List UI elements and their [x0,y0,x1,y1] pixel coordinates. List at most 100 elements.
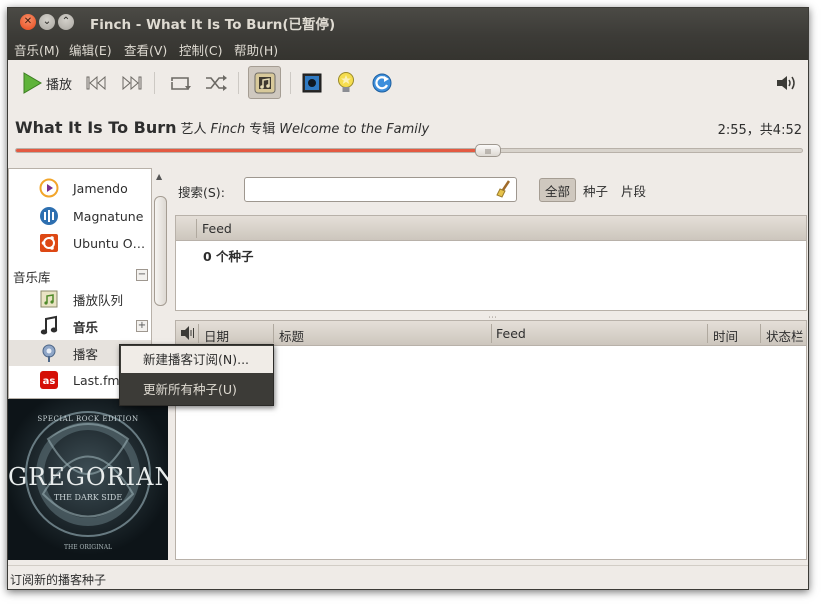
sidebar-item-play-queue[interactable]: 播放队列 [9,286,151,312]
sidebar-item-jamendo[interactable]: Jamendo [9,175,151,201]
queue-toggle-button[interactable] [248,66,281,99]
play-queue-icon [39,289,59,309]
podcast-icon [39,343,59,363]
status-bar: 订阅新的播客种子 [8,565,808,589]
column-divider [273,324,274,343]
title-column-header[interactable]: 标题 [279,326,304,345]
filter-feeds-button[interactable]: 种子 [578,178,613,202]
column-divider [196,219,197,238]
menu-music[interactable]: 音乐(M) [14,40,60,59]
scroll-up-arrow-icon[interactable]: ▲ [156,172,162,181]
feed-list: Feed 0 个种子 [175,215,807,311]
search-input[interactable] [244,177,517,202]
jamendo-icon [39,178,59,198]
play-button[interactable]: 播放 [18,69,76,97]
library-collapse-toggle[interactable]: − [136,269,148,281]
main-window: ✕ ⌄ ⌃ Finch - What It Is To Burn(已暂停) 音乐… [7,7,809,590]
previous-icon [86,76,106,90]
toolbar-separator [154,72,155,94]
feed-column-header[interactable]: Feed [496,326,526,341]
sidebar-item-magnatune[interactable]: Magnatune [9,203,151,229]
magnatune-icon [39,206,59,226]
feed-list-header: Feed [176,216,806,241]
update-all-feeds-menu-item[interactable]: 更新所有种子(U) [121,376,273,403]
seek-bar-fill [16,149,488,152]
seek-bar[interactable] [15,144,803,157]
toolbar-separator [290,72,291,94]
album-prefix: 专辑 [249,122,276,137]
menu-help[interactable]: 帮助(H) [234,40,278,59]
next-button[interactable] [119,69,145,97]
menu-view[interactable]: 查看(V) [124,40,167,59]
ubuntu-one-icon [39,233,59,253]
sidebar-item-label: 播放队列 [73,292,124,308]
plugins-button[interactable] [334,69,358,97]
repeat-icon [171,77,191,90]
filter-episodes-button[interactable]: 片段 [616,178,651,202]
artist-prefix: 艺人 [180,122,207,137]
search-label: 搜索(S): [178,185,225,200]
music-library-icon [254,72,275,93]
column-divider [760,324,761,343]
minimize-window-button[interactable]: ⌄ [39,14,55,30]
maximize-window-button[interactable]: ⌃ [58,14,74,30]
play-icon [23,72,42,94]
music-expand-toggle[interactable]: + [136,320,148,332]
album-edition-text: SPECIAL ROCK EDITION [37,415,139,423]
sidebar-item-label: Magnatune [73,208,144,224]
title-bar: ✕ ⌄ ⌃ Finch - What It Is To Burn(已暂停) [8,8,808,36]
shuffle-icon [206,75,227,91]
album-name: Welcome to the Family [279,122,430,137]
time-column-header[interactable]: 时间 [713,326,738,345]
repeat-button[interactable] [166,69,194,97]
lightbulb-icon [338,72,354,92]
status-text: 订阅新的播客种子 [10,573,107,587]
menu-bar: 音乐(M) 编辑(E) 查看(V) 控制(C) 帮助(H) [8,36,808,60]
volume-button[interactable] [774,69,798,97]
feed-summary-row[interactable]: 0 个种子 [203,246,254,265]
play-button-label: 播放 [45,77,72,93]
seek-bar-handle[interactable] [475,144,501,157]
shuffle-button[interactable] [202,69,230,97]
now-playing-info: What It Is To Burn 艺人 Finch 专辑 Welcome t… [15,118,429,137]
sidebar-item-label: Jamendo [73,180,128,196]
sidebar-item-music[interactable]: 音乐 + [9,313,151,339]
visualizer-button[interactable] [300,69,324,97]
refresh-button[interactable] [370,69,394,97]
new-podcast-feed-menu-item[interactable]: 新建播客订阅(N)... [121,346,273,373]
lastfm-icon: as [39,370,59,390]
sidebar-item-label: Ubuntu O… [73,235,146,251]
next-icon [122,76,142,90]
sidebar-item-ubuntu-one[interactable]: Ubuntu O… [9,230,151,256]
library-section-header: 音乐库 [13,270,51,285]
clear-search-icon[interactable] [496,180,512,201]
album-art: SPECIAL ROCK EDITION GREGORIAN THE DARK … [8,399,168,560]
artist-name: Finch [210,122,246,137]
menu-control[interactable]: 控制(C) [179,40,222,59]
column-divider [491,324,492,343]
close-window-button[interactable]: ✕ [20,14,36,30]
album-footer-text: THE ORIGINAL [63,544,113,551]
filter-all-button[interactable]: 全部 [539,178,577,202]
menu-edit[interactable]: 编辑(E) [69,40,112,59]
sidebar-scrollbar-thumb[interactable] [154,196,167,306]
music-note-icon [39,315,59,336]
refresh-icon [372,73,392,93]
podcast-context-menu: 新建播客订阅(N)... 更新所有种子(U) [119,344,274,406]
song-title: What It Is To Burn [15,118,177,137]
column-divider [198,324,199,343]
svg-text:as: as [43,376,56,387]
playback-time: 2:55，共4:52 [717,123,802,138]
column-divider [707,324,708,343]
sidebar-item-label: Last.fm [73,372,120,388]
toolbar-separator [238,72,239,94]
status-column-header[interactable]: 状态栏 [766,326,804,345]
feed-column-header[interactable]: Feed [202,221,232,236]
album-subtitle-text: THE DARK SIDE [53,493,123,502]
speaker-icon [777,76,795,90]
sidebar-item-label: 音乐 [73,319,99,335]
visualizer-icon [302,73,322,93]
episode-list-header: 日期 标题 Feed 时间 状态栏 [176,321,806,346]
date-column-header[interactable]: 日期 [204,326,229,345]
previous-button[interactable] [84,69,110,97]
